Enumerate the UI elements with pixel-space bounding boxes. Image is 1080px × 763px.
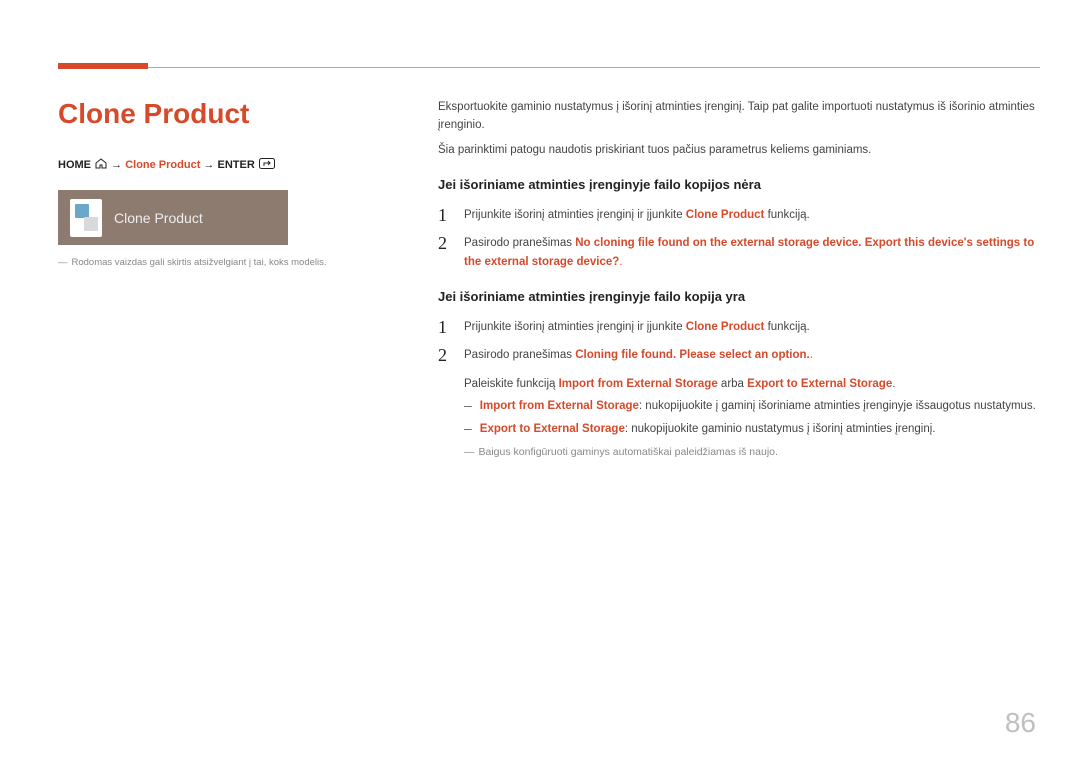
page-number: 86 (1005, 707, 1036, 739)
step-number: 2 (438, 234, 450, 252)
step-text: Pasirodo pranešimas No cloning file foun… (464, 234, 1040, 271)
b2b: Cloning file found. Please select an opt… (575, 349, 810, 361)
bc-enter: ENTER (217, 159, 254, 171)
menu-preview-label: Clone Product (114, 210, 203, 226)
b2a: Pasirodo pranešimas (464, 349, 575, 361)
endnote-dash: ― (464, 446, 475, 458)
home-icon (95, 158, 107, 172)
endnote-text: Baigus konfigūruoti gaminys automatiškai… (479, 446, 778, 458)
runC: arba (718, 378, 747, 390)
left-footnote-text: Rodomas vaizdas gali skirtis atsižvelgia… (72, 257, 327, 268)
page-body: Clone Product HOME → Clone Product → ENT… (0, 0, 1080, 461)
b2-period: . (810, 349, 813, 361)
a2-period: . (619, 256, 622, 268)
bullet-import: ‒ Import from External Storage: nukopiju… (464, 397, 1040, 415)
page-title: Clone Product (58, 98, 398, 130)
bullet-dash: ‒ (464, 420, 472, 438)
runA: Paleiskite funkciją (464, 378, 559, 390)
runE: . (892, 378, 895, 390)
end-note: ― Baigus konfigūruoti gaminys automatiška… (464, 444, 1040, 461)
intro-p2: Šia parinktimi patogu naudotis priskiria… (438, 141, 1040, 159)
runD: Export to External Storage (747, 378, 892, 390)
left-column: Clone Product HOME → Clone Product → ENT… (58, 98, 398, 461)
section-a-step-2: 2 Pasirodo pranešimas No cloning file fo… (438, 234, 1040, 271)
a1a: Prijunkite išorinį atminties įrenginį ir… (464, 209, 686, 221)
be-a: Export to External Storage (480, 423, 625, 435)
b1a: Prijunkite išorinį atminties įrenginį ir… (464, 321, 686, 333)
bullet-dash: ‒ (464, 397, 472, 415)
bullet-export: ‒ Export to External Storage: nukopijuok… (464, 420, 1040, 438)
bc-arrow-1: → (111, 159, 122, 171)
step-text: Prijunkite išorinį atminties įrenginį ir… (464, 318, 1040, 336)
bi-b: : nukopijuokite į gaminį išoriniame atmi… (639, 400, 1036, 412)
section-a-step-1: 1 Prijunkite išorinį atminties įrenginį … (438, 206, 1040, 224)
b1c: funkciją. (764, 321, 809, 333)
step-number: 2 (438, 346, 450, 364)
step-number: 1 (438, 318, 450, 336)
section-b-step-2: 2 Pasirodo pranešimas Cloning file found… (438, 346, 1040, 364)
section-b-heading: Jei išoriniame atminties įrenginyje fail… (438, 287, 1040, 308)
left-footnote: ― Rodomas vaizdas gali skirtis atsižvelgi… (58, 257, 398, 268)
be-b: : nukopijuokite gaminio nustatymus į išo… (625, 423, 936, 435)
bullet-text: Import from External Storage: nukopijuok… (480, 397, 1036, 415)
enter-icon (259, 158, 275, 172)
run-line: Paleiskite funkciją Import from External… (464, 375, 1040, 393)
a1b: Clone Product (686, 209, 765, 221)
clone-product-icon (70, 199, 102, 237)
b1b: Clone Product (686, 321, 765, 333)
footnote-dash: ― (58, 257, 68, 268)
bc-home: HOME (58, 159, 91, 171)
step-text: Prijunkite išorinį atminties įrenginį ir… (464, 206, 1040, 224)
step-text: Pasirodo pranešimas Cloning file found. … (464, 346, 1040, 364)
bc-arrow-2: → (203, 159, 214, 171)
right-column: Eksportuokite gaminio nustatymus į išori… (438, 98, 1040, 461)
step-number: 1 (438, 206, 450, 224)
bullet-text: Export to External Storage: nukopijuokit… (480, 420, 936, 438)
breadcrumb: HOME → Clone Product → ENTER (58, 158, 398, 172)
section-a-heading: Jei išoriniame atminties įrenginyje fail… (438, 175, 1040, 196)
a1c: funkciją. (764, 209, 809, 221)
section-b-step-1: 1 Prijunkite išorinį atminties įrenginį … (438, 318, 1040, 336)
bc-clone: Clone Product (125, 159, 200, 171)
a2a: Pasirodo pranešimas (464, 237, 575, 249)
intro-p1: Eksportuokite gaminio nustatymus į išori… (438, 98, 1040, 135)
runB: Import from External Storage (559, 378, 718, 390)
bi-a: Import from External Storage (480, 400, 639, 412)
menu-preview: Clone Product (58, 190, 288, 245)
